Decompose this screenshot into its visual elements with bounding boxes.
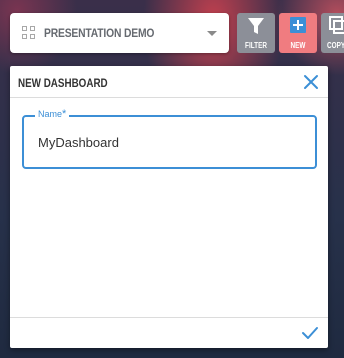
filter-button-label: FILTER xyxy=(245,41,267,50)
grid-icon xyxy=(22,26,36,40)
dialog-header: NEW DASHBOARD xyxy=(10,66,328,98)
plus-icon xyxy=(290,17,306,33)
filter-icon xyxy=(248,18,264,34)
copy-button[interactable]: COPY xyxy=(321,13,344,53)
chevron-down-icon xyxy=(207,31,217,36)
close-icon xyxy=(304,75,318,89)
new-button-label: NEW xyxy=(290,41,306,50)
required-mark: * xyxy=(62,108,67,120)
filter-button[interactable]: FILTER xyxy=(237,13,275,53)
close-button[interactable] xyxy=(303,74,319,90)
copy-button-label: COPY xyxy=(327,41,344,50)
toolbar: PRESENTATION DEMO FILTER NEW COPY xyxy=(0,0,344,60)
name-field: Name* xyxy=(22,108,317,169)
copy-icon xyxy=(329,16,344,34)
dashboard-select-value: PRESENTATION DEMO xyxy=(44,26,155,40)
dashboard-select[interactable]: PRESENTATION DEMO xyxy=(10,13,229,53)
new-dashboard-dialog: NEW DASHBOARD Name* xyxy=(10,66,328,348)
dialog-footer xyxy=(10,317,328,348)
check-icon xyxy=(302,327,318,339)
confirm-button[interactable] xyxy=(301,325,319,341)
dialog-title: NEW DASHBOARD xyxy=(18,76,108,90)
new-button[interactable]: NEW xyxy=(279,13,317,53)
name-label-text: Name xyxy=(38,109,63,119)
name-field-label: Name* xyxy=(35,108,70,120)
name-input[interactable] xyxy=(38,135,298,150)
